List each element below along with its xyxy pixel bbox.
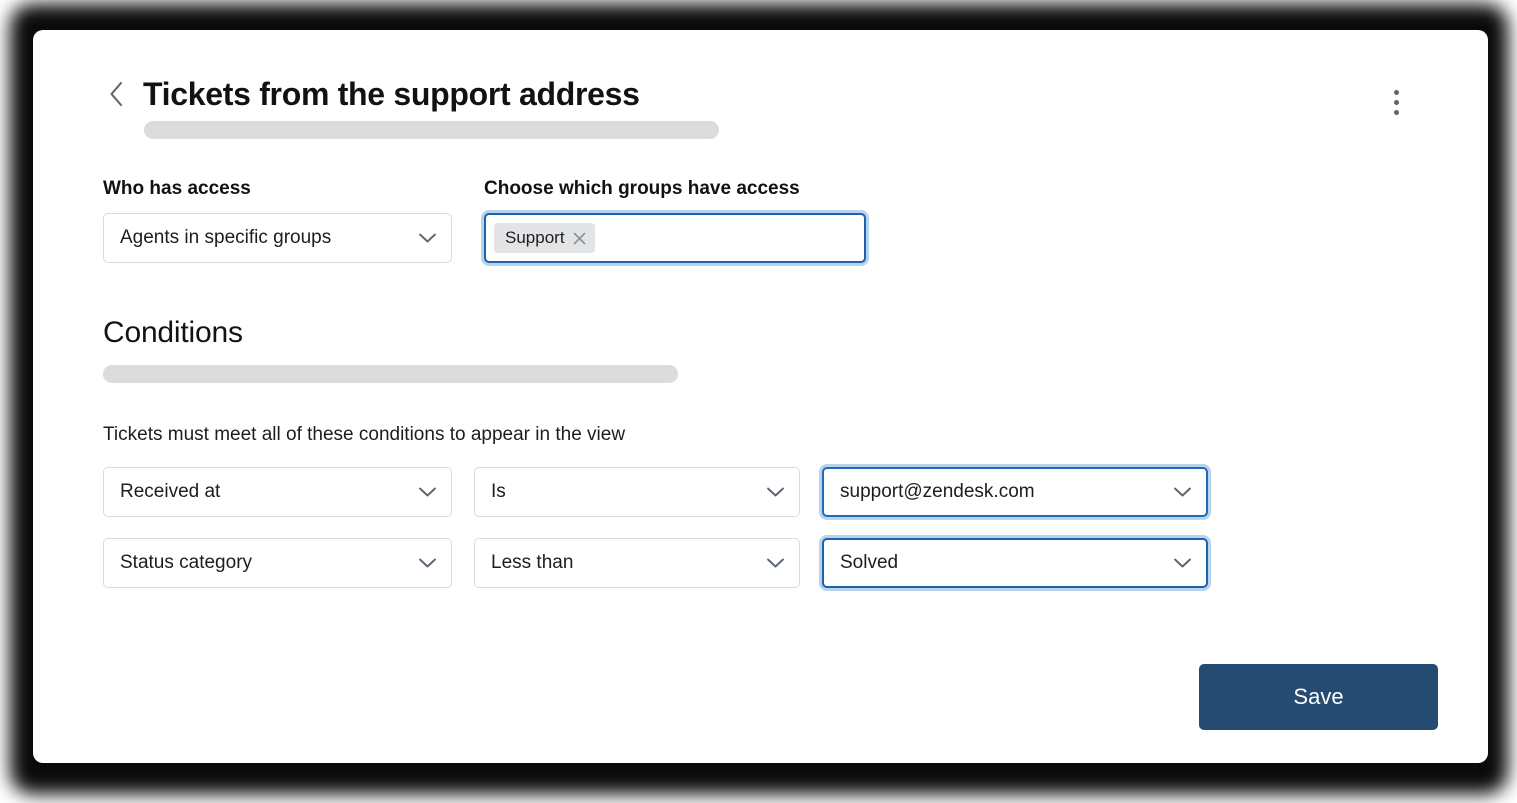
title-skeleton-placeholder [144,121,719,139]
kebab-dot [1393,109,1399,115]
groups-access-label: Choose which groups have access [484,178,800,199]
kebab-dot [1393,89,1399,95]
conditions-subtitle: Tickets must meet all of these condition… [103,424,626,445]
access-section: Who has access Agents in specific groups… [103,178,866,263]
page-title: Tickets from the support address [143,75,640,112]
condition-field-select-1[interactable]: Received at [103,467,452,517]
chevron-down-icon [766,486,785,498]
condition-field-value-2: Status category [120,552,253,573]
chevron-down-icon [1173,486,1192,498]
view-settings-card: Tickets from the support address Who has… [33,30,1488,763]
conditions-heading: Conditions [103,316,243,349]
condition-operator-select-1[interactable]: Is [474,467,800,517]
kebab-menu-icon[interactable] [1382,82,1410,122]
who-has-access-value: Agents in specific groups [120,227,332,248]
who-has-access-select[interactable]: Agents in specific groups [103,213,452,263]
condition-operator-value-2: Less than [491,552,574,573]
chevron-down-icon [1173,557,1192,569]
who-has-access-label: Who has access [103,178,251,199]
kebab-dot [1393,99,1399,105]
condition-field-value-1: Received at [120,481,221,502]
condition-row: Received at Is support@zendesk.com [103,467,1208,517]
group-chip-support[interactable]: Support [494,223,595,253]
chevron-down-icon [766,557,785,569]
close-icon[interactable] [573,232,586,245]
condition-value-1: support@zendesk.com [840,481,1035,502]
save-button[interactable]: Save [1199,664,1438,730]
conditions-rows: Received at Is support@zendesk.com Statu… [103,467,1208,588]
chevron-left-icon[interactable] [103,79,129,109]
condition-field-select-2[interactable]: Status category [103,538,452,588]
conditions-skeleton-placeholder [103,365,678,383]
groups-token-field[interactable]: Support [484,213,866,263]
group-chip-label: Support [505,228,565,247]
condition-operator-value-1: Is [491,481,506,502]
condition-value-select-2[interactable]: Solved [822,538,1208,588]
condition-row: Status category Less than Solved [103,538,1208,588]
chevron-down-icon [418,557,437,569]
condition-value-2: Solved [840,552,899,573]
chevron-down-icon [418,486,437,498]
groups-access-group: Choose which groups have access Support [484,178,866,263]
chevron-down-icon [418,232,437,244]
condition-value-select-1[interactable]: support@zendesk.com [822,467,1208,517]
who-has-access-group: Who has access Agents in specific groups [103,178,452,263]
condition-operator-select-2[interactable]: Less than [474,538,800,588]
header: Tickets from the support address [103,68,1448,120]
